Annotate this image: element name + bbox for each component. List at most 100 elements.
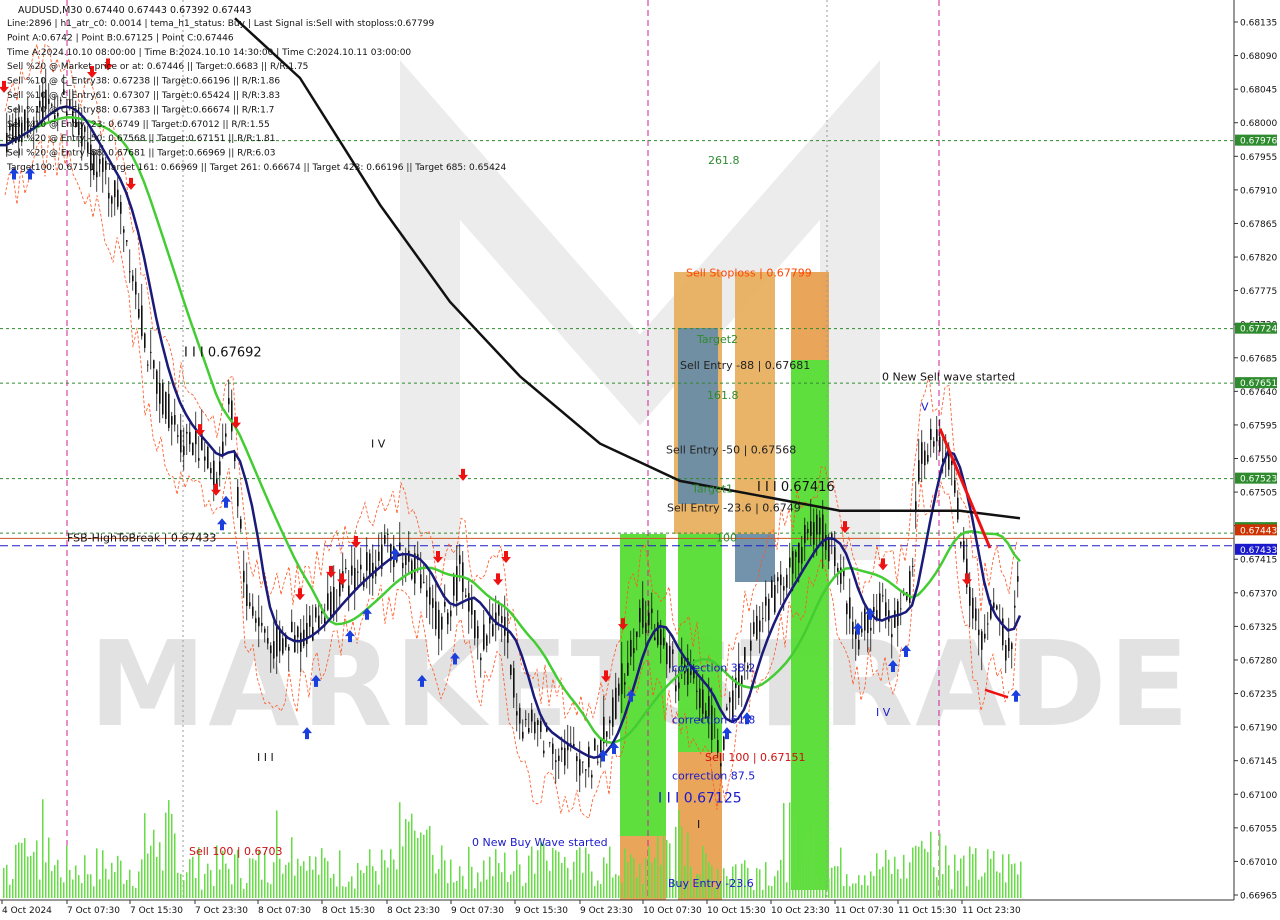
candle-body <box>279 628 281 652</box>
volume-bar <box>870 871 872 898</box>
volume-bar <box>132 885 134 898</box>
candle-body <box>921 442 923 464</box>
candle-body <box>675 685 677 692</box>
candle-body <box>330 591 332 618</box>
candle-body <box>786 574 788 588</box>
candle-body <box>540 720 542 732</box>
candle-body <box>648 612 650 626</box>
volume-bar <box>648 846 650 898</box>
candle-body <box>969 587 971 606</box>
volume-bar <box>246 883 248 898</box>
candle-body <box>480 657 482 661</box>
candle-body <box>411 560 413 579</box>
volume-bar <box>108 879 110 898</box>
annotation-label-19: Sell 100 | 0.67151 <box>705 751 806 764</box>
volume-bar <box>792 814 794 898</box>
info-line-0: Line:2896 | h1_atr_c0: 0.0014 | tema_h1_… <box>7 19 434 29</box>
candle-body <box>249 602 251 607</box>
annotation-label-5: Sell Entry -50 | 0.67568 <box>666 444 796 457</box>
volume-bar <box>879 869 881 898</box>
volume-bar <box>141 859 143 898</box>
candle-body <box>549 742 551 744</box>
volume-bar <box>984 872 986 898</box>
candle-body <box>657 622 659 645</box>
candle-body <box>474 610 476 639</box>
candle-body <box>387 533 389 535</box>
volume-bar <box>657 836 659 898</box>
candle-body <box>723 736 725 750</box>
volume-bar <box>384 860 386 898</box>
volume-bar <box>87 874 89 898</box>
candle-body <box>552 743 554 754</box>
candle-body <box>585 769 587 771</box>
volume-bar <box>600 883 602 898</box>
candle-body <box>936 429 938 442</box>
volume-bar <box>93 886 95 898</box>
volume-bar <box>366 865 368 898</box>
volume-bar <box>135 887 137 898</box>
candle-body <box>918 460 920 482</box>
candle-body <box>192 442 194 455</box>
volume-bar <box>39 879 41 898</box>
info-line-9: Sell %20 @ Entry -88: 0.67681 || Target:… <box>7 149 275 159</box>
x-tick-label: 11 Oct 07:30 <box>835 906 894 916</box>
candle-body <box>222 441 224 456</box>
volume-bar <box>255 860 257 898</box>
candle-body <box>759 620 761 632</box>
volume-bar <box>174 833 176 898</box>
candle-body <box>864 608 866 631</box>
candle-body <box>669 646 671 669</box>
candle-body <box>132 275 134 282</box>
candle-body <box>177 435 179 437</box>
candle-body <box>501 616 503 623</box>
volume-bar <box>345 886 347 898</box>
volume-bar <box>153 829 155 898</box>
candle-body <box>264 628 266 633</box>
volume-bar <box>114 871 116 898</box>
volume-bar <box>975 848 977 898</box>
info-line-8: Sell %20 @ Entry -50: 0.67568 || Target:… <box>7 134 275 144</box>
candle-body <box>807 528 809 534</box>
volume-bar <box>786 882 788 898</box>
volume-bar <box>624 848 626 898</box>
candle-body <box>861 629 863 633</box>
candle-body <box>849 597 851 619</box>
volume-bar <box>435 873 437 898</box>
candle-body <box>1017 576 1019 582</box>
y-tick-label: 0.67865 <box>1240 220 1277 230</box>
volume-bar <box>663 815 665 898</box>
volume-bar <box>558 851 560 898</box>
annotation-label-20: I I I 0.67125 <box>658 791 742 807</box>
volume-bar <box>627 862 629 898</box>
annotation-label-1: Sell Stoploss | 0.67799 <box>686 267 812 280</box>
volume-bar <box>336 886 338 898</box>
volume-bar <box>372 866 374 898</box>
y-tick-label: 0.67325 <box>1240 623 1277 633</box>
volume-bar <box>774 876 776 898</box>
candle-body <box>270 645 272 654</box>
volume-bar <box>612 877 614 898</box>
candle-body <box>297 626 299 638</box>
volume-bar <box>63 882 65 898</box>
candle-body <box>111 196 113 204</box>
candle-body <box>609 720 611 724</box>
volume-bar <box>33 851 35 898</box>
volume-bar <box>303 861 305 898</box>
volume-bar <box>645 858 647 898</box>
volume-bar <box>147 853 149 898</box>
candle-body <box>150 351 152 353</box>
volume-bar <box>864 875 866 898</box>
volume-bar <box>444 860 446 898</box>
volume-bar <box>309 855 311 898</box>
volume-bar <box>162 870 164 898</box>
candle-body <box>345 567 347 570</box>
volume-bar <box>978 879 980 898</box>
candle-body <box>426 590 428 597</box>
volume-bar <box>912 847 914 898</box>
x-tick-label: 8 Oct 07:30 <box>258 906 311 916</box>
volume-bar <box>618 875 620 898</box>
volume-bar <box>891 873 893 898</box>
volume-bar <box>573 861 575 898</box>
price-chart: MARKETSTRADE 261.8Sell Stoploss | 0.6779… <box>0 0 1280 920</box>
candle-body <box>267 638 269 644</box>
